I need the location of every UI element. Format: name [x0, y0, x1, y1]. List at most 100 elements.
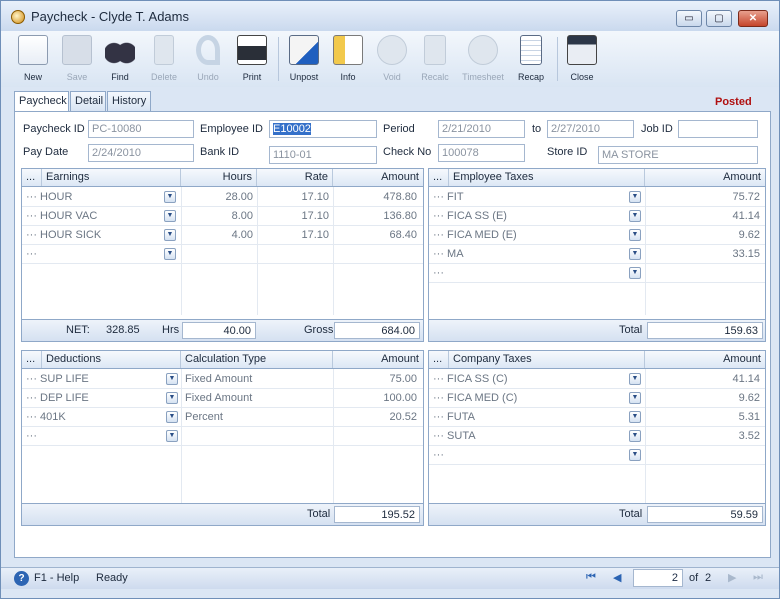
chevron-down-icon[interactable]: ▼	[166, 373, 178, 385]
pay-date-field[interactable]: 2/24/2010	[88, 144, 194, 162]
chevron-down-icon[interactable]: ▼	[629, 449, 641, 461]
deduction-name-cell[interactable]: ··· DEP LIFE	[22, 389, 172, 408]
hours-column-header[interactable]: Hours	[181, 169, 257, 186]
chevron-down-icon[interactable]: ▼	[164, 229, 176, 241]
chevron-down-icon[interactable]: ▼	[166, 392, 178, 404]
help-icon[interactable]: ?	[14, 571, 29, 586]
amount-column-header[interactable]: Amount	[645, 169, 765, 186]
rate-cell[interactable]: 17.10	[257, 188, 333, 207]
recalc-button[interactable]: Recalc	[415, 31, 455, 87]
chevron-down-icon[interactable]: ▼	[629, 210, 641, 222]
tax-name-cell[interactable]: ··· SUTA	[429, 427, 629, 446]
title-bar[interactable]: Paycheck - Clyde T. Adams ▭ ▢ ✕	[1, 1, 779, 31]
amount-cell[interactable]: 68.40	[333, 226, 421, 245]
period-to-field[interactable]: 2/27/2010	[547, 120, 634, 138]
recap-button[interactable]: Recap	[511, 31, 551, 87]
maximize-button[interactable]: ▢	[706, 10, 732, 27]
chevron-down-icon[interactable]: ▼	[164, 248, 176, 260]
unpost-button[interactable]: Unpost	[284, 31, 324, 87]
calculation-type-column-header[interactable]: Calculation Type	[181, 351, 333, 368]
table-row[interactable]: ··· SUP LIFE ▼ Fixed Amount 75.00	[22, 370, 423, 389]
chevron-down-icon[interactable]: ▼	[629, 267, 641, 279]
total-hours-field[interactable]: 40.00	[182, 322, 256, 339]
amount-cell[interactable]: 100.00	[333, 389, 421, 408]
table-row[interactable]: ··· HOUR ▼ 28.00 17.10 478.80	[22, 188, 423, 207]
close-window-button[interactable]: ✕	[738, 10, 768, 27]
check-no-field[interactable]: 100078	[438, 144, 525, 162]
table-row[interactable]: ··· FIT ▼ 75.72	[429, 188, 765, 207]
tab-paycheck[interactable]: Paycheck	[14, 91, 69, 112]
info-button[interactable]: Info	[328, 31, 368, 87]
amount-cell[interactable]: 33.15	[645, 245, 764, 264]
help-label[interactable]: F1 - Help	[34, 572, 79, 584]
next-record-icon[interactable]: ▶	[728, 571, 736, 584]
calculation-type-cell[interactable]: Fixed Amount	[181, 389, 331, 408]
earnings-column-header[interactable]: Earnings	[42, 169, 181, 186]
print-button[interactable]: Print	[232, 31, 272, 87]
find-button[interactable]: Find	[100, 31, 140, 87]
table-row[interactable]: ··· MA ▼ 33.15	[429, 245, 765, 264]
timesheet-button[interactable]: Timesheet	[459, 31, 507, 87]
undo-button[interactable]: Undo	[188, 31, 228, 87]
amount-cell[interactable]: 9.62	[645, 226, 764, 245]
row-menu-header[interactable]: ...	[22, 169, 42, 186]
earning-name-cell[interactable]: ··· HOUR SICK	[22, 226, 181, 245]
first-record-icon[interactable]: ⏮	[586, 571, 596, 584]
table-row[interactable]: ··· FUTA ▼ 5.31	[429, 408, 765, 427]
amount-cell[interactable]: 41.14	[645, 207, 764, 226]
tax-name-cell[interactable]: ··· FICA SS (E)	[429, 207, 629, 226]
calculation-type-cell[interactable]: Fixed Amount	[181, 370, 331, 389]
chevron-down-icon[interactable]: ▼	[629, 191, 641, 203]
table-row[interactable]: ··· DEP LIFE ▼ Fixed Amount 100.00	[22, 389, 423, 408]
amount-column-header[interactable]: Amount	[645, 351, 765, 368]
row-menu-header[interactable]: ...	[22, 351, 42, 368]
row-menu-header[interactable]: ...	[429, 169, 449, 186]
deductions-column-header[interactable]: Deductions	[42, 351, 181, 368]
table-row[interactable]: ··· FICA SS (C) ▼ 41.14	[429, 370, 765, 389]
table-row[interactable]: ··· ▼	[22, 245, 423, 264]
minimize-button[interactable]: ▭	[676, 10, 702, 27]
amount-column-header[interactable]: Amount	[333, 169, 423, 186]
table-row[interactable]: ··· SUTA ▼ 3.52	[429, 427, 765, 446]
amount-cell[interactable]: 75.72	[645, 188, 764, 207]
chevron-down-icon[interactable]: ▼	[164, 191, 176, 203]
table-row[interactable]: ··· FICA MED (C) ▼ 9.62	[429, 389, 765, 408]
bank-id-field[interactable]: 1110-01	[269, 146, 377, 164]
amount-cell[interactable]: 75.00	[333, 370, 421, 389]
tax-name-cell[interactable]: ···	[429, 446, 629, 465]
close-button[interactable]: Close	[562, 31, 602, 87]
company-taxes-column-header[interactable]: Company Taxes	[449, 351, 645, 368]
amount-cell[interactable]: 41.14	[645, 370, 764, 389]
amount-column-header[interactable]: Amount	[333, 351, 423, 368]
rate-column-header[interactable]: Rate	[257, 169, 333, 186]
table-row[interactable]: ··· ▼	[429, 446, 765, 465]
void-button[interactable]: Void	[372, 31, 412, 87]
rate-cell[interactable]: 17.10	[257, 207, 333, 226]
tax-name-cell[interactable]: ··· MA	[429, 245, 629, 264]
earning-name-cell[interactable]: ··· HOUR VAC	[22, 207, 181, 226]
amount-cell[interactable]: 20.52	[333, 408, 421, 427]
chevron-down-icon[interactable]: ▼	[629, 411, 641, 423]
page-number-input[interactable]: 2	[633, 569, 683, 587]
amount-cell[interactable]: 3.52	[645, 427, 764, 446]
period-from-field[interactable]: 2/21/2010	[438, 120, 525, 138]
gross-field[interactable]: 684.00	[334, 322, 420, 339]
earning-name-cell[interactable]: ··· HOUR	[22, 188, 181, 207]
amount-cell[interactable]: 5.31	[645, 408, 764, 427]
deduction-name-cell[interactable]: ··· SUP LIFE	[22, 370, 172, 389]
table-row[interactable]: ··· FICA MED (E) ▼ 9.62	[429, 226, 765, 245]
last-record-icon[interactable]: ⏭	[753, 571, 763, 584]
row-menu-header[interactable]: ...	[429, 351, 449, 368]
table-row[interactable]: ··· HOUR SICK ▼ 4.00 17.10 68.40	[22, 226, 423, 245]
chevron-down-icon[interactable]: ▼	[629, 373, 641, 385]
store-id-field[interactable]: MA STORE	[598, 146, 758, 164]
save-button[interactable]: Save	[57, 31, 97, 87]
earning-name-cell[interactable]: ···	[22, 245, 181, 264]
table-row[interactable]: ··· FICA SS (E) ▼ 41.14	[429, 207, 765, 226]
chevron-down-icon[interactable]: ▼	[629, 229, 641, 241]
tax-name-cell[interactable]: ··· FUTA	[429, 408, 629, 427]
rate-cell[interactable]: 17.10	[257, 226, 333, 245]
tax-name-cell[interactable]: ··· FICA MED (C)	[429, 389, 629, 408]
paycheck-id-field[interactable]: PC-10080	[88, 120, 194, 138]
chevron-down-icon[interactable]: ▼	[629, 430, 641, 442]
